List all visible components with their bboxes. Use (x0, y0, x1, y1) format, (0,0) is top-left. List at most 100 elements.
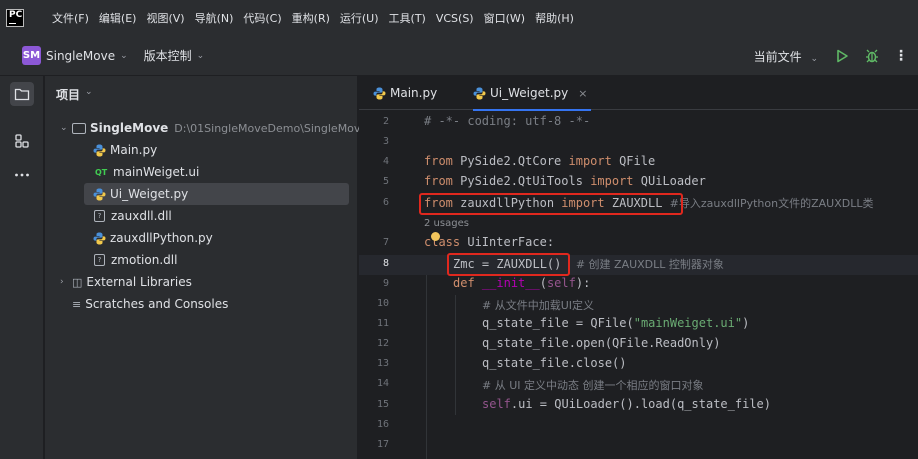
external-libraries-label: External Libraries (86, 275, 192, 289)
python-file-icon (93, 144, 106, 156)
line-number: 13 (376, 358, 389, 369)
code-line-12: q_state_file.open(QFile.ReadOnly) (482, 336, 721, 350)
chevron-down-icon: ⌄ (810, 53, 818, 64)
scratches-icon: ≡ (72, 297, 82, 311)
tab-label: Ui_Weiget.py (490, 86, 569, 100)
line-number: 16 (376, 419, 389, 430)
line-number: 2 (382, 116, 389, 127)
play-icon (837, 49, 848, 63)
line-number: 4 (382, 156, 389, 167)
code-area[interactable]: 2 3 4 5 6 7 8 9 10 11 12 13 14 15 16 17 … (359, 111, 918, 459)
module-name: PySide2.QtCore (452, 154, 569, 168)
code-editor: Main.py Ui_Weiget.py × 2 3 4 5 6 7 8 9 1… (359, 76, 918, 459)
project-panel: 项目 ⌄ ⌄ SingleMove D:\01SingleMoveDemo\Si… (45, 76, 367, 459)
qt-file-icon: QT (95, 167, 108, 177)
run-config-selector[interactable]: 当前文件 ⌄ (754, 48, 818, 65)
class-name: UiInterFace: (460, 235, 555, 249)
file-name: zauxdll.dll (111, 209, 172, 223)
pycharm-logo-icon[interactable]: PC (6, 9, 24, 27)
import-name: QUiLoader (633, 174, 706, 188)
tree-item-zmotion-dll[interactable]: ? zmotion.dll (94, 249, 177, 271)
menu-help[interactable]: 帮助(H) (535, 10, 574, 26)
string-literal: "mainWeiget.ui" (633, 316, 743, 330)
menu-edit[interactable]: 编辑(E) (99, 10, 137, 26)
tree-item-external-libraries[interactable]: › ◫ External Libraries (60, 271, 192, 293)
chevron-down-icon[interactable]: ⌄ (85, 87, 93, 97)
tree-item-zauxdllpython-py[interactable]: zauxdllPython.py (93, 227, 213, 249)
python-file-icon (473, 87, 486, 99)
tree-root-folder[interactable]: ⌄ SingleMove D:\01SingleMoveDemo\SingleM… (60, 117, 367, 139)
structure-tool-button[interactable] (10, 129, 34, 153)
binary-file-icon: ? (94, 210, 105, 222)
project-switcher[interactable]: SingleMove (46, 49, 115, 63)
python-file-icon (373, 87, 386, 99)
line-number: 14 (376, 378, 389, 389)
menu-window[interactable]: 窗口(W) (484, 10, 525, 26)
menu-vcs[interactable]: VCS(S) (436, 12, 474, 25)
menu-navigate[interactable]: 导航(N) (195, 10, 234, 26)
tree-item-main-py[interactable]: Main.py (93, 139, 157, 161)
code-comment: # 创建 ZAUXDLL 控制器对象 (575, 258, 724, 271)
keyword: import (590, 174, 634, 188)
logo-text: PC (9, 10, 23, 20)
run-button[interactable] (834, 48, 850, 64)
usages-hint[interactable]: 2 usages (424, 218, 469, 229)
lightbulb-icon[interactable] (431, 232, 440, 241)
menu-run[interactable]: 运行(U) (340, 10, 379, 26)
tree-item-mainweiget-ui[interactable]: QT mainWeiget.ui (95, 161, 199, 183)
menu-code[interactable]: 代码(C) (243, 10, 281, 26)
menu-view[interactable]: 视图(V) (146, 10, 184, 26)
menu-tools[interactable]: 工具(T) (389, 10, 426, 26)
menu-file[interactable]: 文件(F) (52, 10, 89, 26)
vcs-menu[interactable]: 版本控制 (144, 47, 192, 64)
tree-item-scratches[interactable]: ≡ Scratches and Consoles (72, 293, 228, 315)
folder-icon (14, 88, 30, 101)
tab-main-py[interactable]: Main.py (373, 76, 437, 110)
code-statement: .ui = QUiLoader().load(q_state_file) (510, 397, 771, 411)
indent-guide (426, 275, 427, 459)
tab-ui-weiget-py[interactable]: Ui_Weiget.py × (473, 76, 592, 111)
line-number: 15 (376, 399, 389, 410)
project-tool-button[interactable] (10, 82, 34, 106)
method-name: __init__ (481, 276, 540, 290)
code-line-15: self.ui = QUiLoader().load(q_state_file) (482, 397, 771, 411)
library-icon: ◫ (72, 275, 83, 289)
keyword: import (568, 154, 612, 168)
more-options-icon[interactable]: ⋮ (894, 48, 908, 64)
python-file-icon (93, 188, 106, 200)
menu-refactor[interactable]: 重构(R) (292, 10, 330, 26)
code-line-11: q_state_file = QFile("mainWeiget.ui") (482, 316, 749, 330)
annotation-highlight-box (447, 253, 570, 276)
code-line-9: def __init__(self): (453, 276, 590, 290)
scratches-label: Scratches and Consoles (85, 297, 229, 311)
file-name: mainWeiget.ui (113, 165, 200, 179)
run-config-label: 当前文件 (753, 49, 802, 64)
close-icon[interactable]: × (578, 87, 587, 100)
code-line-10: # 从文件中加载UI定义 (482, 299, 595, 312)
chevron-down-icon: ⌄ (120, 50, 128, 61)
line-number: 17 (376, 439, 389, 450)
tree-item-ui-weiget-py[interactable]: Ui_Weiget.py (84, 183, 349, 205)
paren: ( (539, 276, 547, 290)
more-tools-button[interactable] (10, 163, 34, 187)
self-keyword: self (482, 397, 511, 411)
keyword: def (453, 276, 475, 290)
self-param: self (546, 276, 576, 290)
line-number: 10 (376, 298, 389, 309)
indent-guide (455, 295, 456, 415)
chevron-down-icon: ⌄ (196, 50, 205, 61)
tree-item-zauxdll-dll[interactable]: ? zauxdll.dll (94, 205, 172, 227)
tool-window-strip (0, 76, 44, 459)
code-line-14: # 从 UI 定义中动态 创建一个相应的窗口对象 (482, 379, 704, 392)
debug-button[interactable] (864, 48, 880, 64)
file-name: zauxdllPython.py (110, 231, 213, 245)
panel-title[interactable]: 项目 (56, 86, 80, 103)
project-badge[interactable]: SM (22, 46, 41, 65)
module-name: PySide2.QtUiTools (452, 174, 591, 188)
keyword: from (424, 174, 453, 188)
file-name: Ui_Weiget.py (110, 187, 189, 201)
chevron-down-icon[interactable]: ⌄ (60, 123, 72, 133)
bug-icon (866, 49, 878, 63)
line-number-current: 8 (382, 258, 389, 269)
chevron-right-icon[interactable]: › (60, 277, 72, 287)
